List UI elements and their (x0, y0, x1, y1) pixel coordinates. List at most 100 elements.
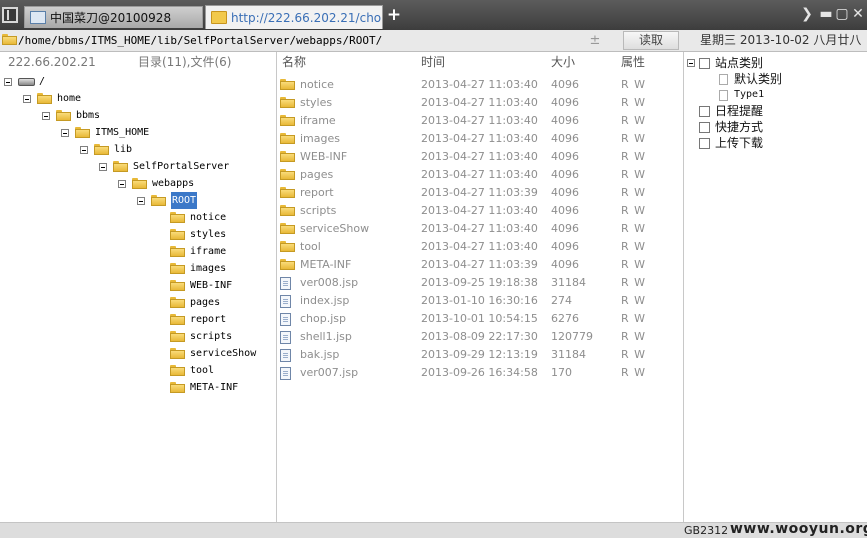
maximize-icon[interactable]: ▢ (834, 5, 850, 23)
sidebar-item-schedule[interactable]: 日程提醒 (687, 103, 867, 119)
tree-node[interactable]: styles (0, 226, 276, 243)
file-row[interactable]: pages 2013-04-27 11:03:40 4096 R W (277, 166, 682, 184)
tree-node-label: SelfPortalServer (133, 161, 230, 172)
file-row[interactable]: notice 2013-04-27 11:03:40 4096 R W (277, 76, 682, 94)
file-attr: R W (621, 186, 647, 199)
tree-node[interactable]: notice (0, 209, 276, 226)
file-time: 2013-04-27 11:03:40 (421, 204, 538, 217)
file-row[interactable]: scripts 2013-04-27 11:03:40 4096 R W (277, 202, 682, 220)
folder-icon (280, 223, 295, 234)
tab-chop-jsp[interactable]: http://222.66.202.21/chop.jsp (205, 5, 383, 29)
column-attr[interactable]: 属性 (621, 53, 645, 72)
tree-node-label: styles (190, 229, 227, 240)
path-input[interactable]: /home/bbms/ITMS_HOME/lib/SelfPortalServe… (18, 32, 603, 49)
tree-node[interactable]: SelfPortalServer (0, 158, 276, 175)
file-time: 2013-08-09 22:17:30 (421, 330, 538, 343)
collapse-icon[interactable] (42, 111, 50, 120)
read-button[interactable]: 读取 (623, 31, 679, 50)
folder-icon (280, 133, 295, 144)
file-row[interactable]: report 2013-04-27 11:03:39 4096 R W (277, 184, 682, 202)
folder-icon (170, 348, 185, 359)
tree-node[interactable]: pages (0, 294, 276, 311)
tree-node[interactable]: lib (0, 141, 276, 158)
file-name: report (300, 186, 334, 199)
folder-icon (280, 79, 295, 90)
tree-node[interactable]: home (0, 90, 276, 107)
file-time: 2013-04-27 11:03:39 (421, 258, 538, 271)
file-row[interactable]: shell1.jsp 2013-08-09 22:17:30 120779 R W (277, 328, 682, 346)
sidebar-item-default-category[interactable]: 默认类别 (687, 71, 867, 87)
file-size: 4096 (551, 240, 579, 253)
folder-icon (280, 169, 295, 180)
file-attr: R W (621, 330, 647, 343)
tree-node[interactable]: ITMS_HOME (0, 124, 276, 141)
collapse-icon[interactable] (687, 59, 695, 67)
file-time: 2013-04-27 11:03:40 (421, 114, 538, 127)
chevron-right-icon[interactable]: ❯ (799, 5, 815, 23)
file-row[interactable]: ver007.jsp 2013-09-26 16:34:58 170 R W (277, 364, 682, 382)
collapse-icon[interactable] (137, 196, 145, 205)
column-name[interactable]: 名称 (282, 53, 306, 72)
file-row[interactable]: bak.jsp 2013-09-29 12:13:19 31184 R W (277, 346, 682, 364)
tree-node-label: iframe (190, 246, 227, 257)
file-icon (280, 313, 291, 326)
file-row[interactable]: ver008.jsp 2013-09-25 19:18:38 31184 R W (277, 274, 682, 292)
tree-node[interactable]: bbms (0, 107, 276, 124)
tree-node[interactable]: serviceShow (0, 345, 276, 362)
tab-caidao[interactable]: 中国菜刀@20100928 (24, 6, 203, 28)
tree-node-label: report (190, 314, 227, 325)
file-row[interactable]: WEB-INF 2013-04-27 11:03:40 4096 R W (277, 148, 682, 166)
file-time: 2013-09-25 19:18:38 (421, 276, 538, 289)
tree-node[interactable]: webapps (0, 175, 276, 192)
new-tab-button[interactable]: + (386, 6, 402, 24)
tree-node-label: serviceShow (190, 348, 257, 359)
app-icon[interactable] (2, 7, 18, 23)
sidebar-item-label: Type1 (734, 89, 765, 100)
tree-node[interactable]: ROOT (0, 191, 276, 210)
collapse-icon[interactable] (80, 145, 88, 154)
collapse-icon[interactable] (61, 128, 69, 137)
collapse-icon[interactable] (4, 77, 12, 86)
sidebar-item-upload[interactable]: 上传下载 (687, 135, 867, 151)
collapse-icon[interactable] (118, 179, 126, 188)
tree-node[interactable]: scripts (0, 328, 276, 345)
file-row[interactable]: serviceShow 2013-04-27 11:03:40 4096 R W (277, 220, 682, 238)
file-row[interactable]: tool 2013-04-27 11:03:40 4096 R W (277, 238, 682, 256)
folder-icon (280, 205, 295, 216)
tree-node[interactable]: images (0, 260, 276, 277)
file-time: 2013-09-26 16:34:58 (421, 366, 538, 379)
file-icon (280, 295, 291, 308)
collapse-icon[interactable] (99, 162, 107, 171)
sidebar-item-site-category[interactable]: 站点类别 (687, 55, 867, 71)
file-row[interactable]: images 2013-04-27 11:03:40 4096 R W (277, 130, 682, 148)
tree-node[interactable]: / (0, 73, 276, 90)
minimize-icon[interactable]: ▬ (818, 5, 834, 23)
file-attr: R W (621, 96, 647, 109)
column-time[interactable]: 时间 (421, 53, 445, 72)
file-row[interactable]: META-INF 2013-04-27 11:03:39 4096 R W (277, 256, 682, 274)
sidebar-item-type1[interactable]: Type1 (687, 87, 867, 103)
file-name: tool (300, 240, 321, 253)
file-time: 2013-04-27 11:03:39 (421, 186, 538, 199)
path-dropdown-button[interactable]: ± (587, 32, 603, 49)
tree-node[interactable]: report (0, 311, 276, 328)
file-size: 4096 (551, 168, 579, 181)
tree-header: 222.66.202.21 目录(11),文件(6) (0, 52, 276, 72)
folder-icon (170, 365, 185, 376)
file-row[interactable]: styles 2013-04-27 11:03:40 4096 R W (277, 94, 682, 112)
sidebar-item-shortcut[interactable]: 快捷方式 (687, 119, 867, 135)
encoding-label: GB2312 (684, 524, 729, 537)
file-name: bak.jsp (300, 348, 340, 361)
collapse-icon[interactable] (23, 94, 31, 103)
file-time: 2013-09-29 12:13:19 (421, 348, 538, 361)
tree-node[interactable]: WEB-INF (0, 277, 276, 294)
tree-node[interactable]: tool (0, 362, 276, 379)
file-row[interactable]: index.jsp 2013-01-10 16:30:16 274 R W (277, 292, 682, 310)
file-row[interactable]: iframe 2013-04-27 11:03:40 4096 R W (277, 112, 682, 130)
file-row[interactable]: chop.jsp 2013-10-01 10:54:15 6276 R W (277, 310, 682, 328)
column-size[interactable]: 大小 (551, 53, 575, 72)
close-icon[interactable]: ✕ (850, 5, 866, 23)
tree-node[interactable]: META-INF (0, 379, 276, 396)
page-icon (719, 73, 728, 85)
tree-node[interactable]: iframe (0, 243, 276, 260)
